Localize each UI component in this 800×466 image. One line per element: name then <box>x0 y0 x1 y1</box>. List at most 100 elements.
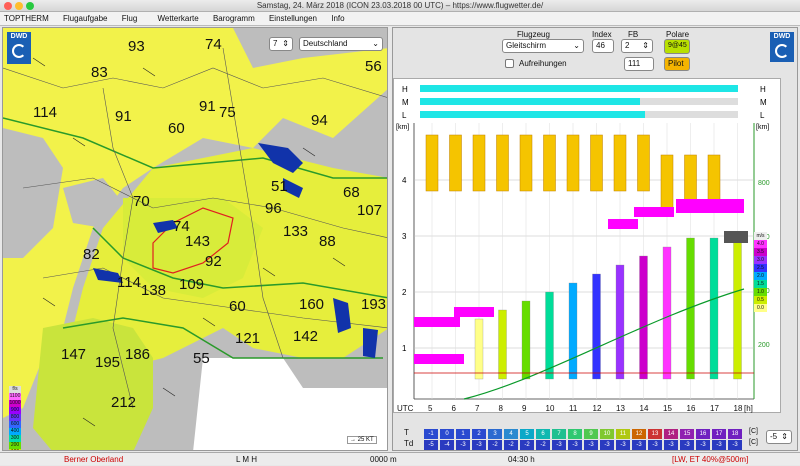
legend-level: 300 <box>9 435 21 442</box>
status-layers: L M H <box>236 455 258 464</box>
ms-legend-level: 3.0 <box>754 256 767 264</box>
legend-unit: f/s <box>9 386 21 393</box>
temp-cell: -3 <box>600 440 614 450</box>
index-field[interactable]: 46 <box>592 39 614 53</box>
hour-label: 5 <box>428 404 433 413</box>
thermal-value: 114 <box>117 274 141 291</box>
thermal-bar <box>568 282 578 380</box>
cloud-column <box>425 134 439 192</box>
thermal-value: 107 <box>357 202 383 219</box>
ms-legend-level: 0.0 <box>754 304 767 312</box>
legend-level: 900 <box>9 407 21 414</box>
menu-bar: TOPTHERM Flugaufgabe Flug Wetterkarte Ba… <box>0 12 800 26</box>
window-titlebar: Samstag, 24. März 2018 (ICON 23.03.2018 … <box>0 0 800 12</box>
menu-flug[interactable]: Flug <box>122 14 138 23</box>
temp-cell: -2 <box>536 440 550 450</box>
legend-rows: 1100100090080060040030020010050 <box>9 393 21 450</box>
menu-einstellungen[interactable]: Einstellungen <box>269 14 317 23</box>
dwd-swirl-icon <box>12 44 26 58</box>
thermal-value: 56 <box>365 58 382 75</box>
fb-stepper[interactable]: 2 ⇕ <box>621 39 653 53</box>
cloud-column <box>590 134 603 192</box>
aufreihungen-checkbox[interactable] <box>505 59 514 68</box>
status-altitude: 0000 m <box>370 455 397 464</box>
temp-cell: -3 <box>456 440 470 450</box>
temp-cell: -4 <box>440 440 454 450</box>
td-unit: [C] <box>749 439 758 446</box>
thermal-value: 109 <box>179 276 205 293</box>
polare-button[interactable]: 9@45 <box>664 39 690 54</box>
status-bar: Berner Oberland L M H 0000 m 04:30 h [LW… <box>0 452 800 465</box>
hour-label: 11 <box>569 404 578 413</box>
y-tick-right: 800 <box>758 180 770 187</box>
temp-cell: 8 <box>568 429 582 439</box>
temp-cell: 1 <box>456 429 470 439</box>
thermal-forecast-plot[interactable]: HHMMLL[km][km]4321800600400200 <box>393 78 781 413</box>
thermal-value: 142 <box>293 328 319 345</box>
dwd-logo: DWD <box>7 32 31 64</box>
temp-cell: 5 <box>520 429 534 439</box>
aircraft-select[interactable]: Gleitschirm ⌄ <box>502 39 584 53</box>
temp-cell: -1 <box>424 429 438 439</box>
menu-toptherm[interactable]: TOPTHERM <box>4 14 49 23</box>
polare-label: Polare <box>666 30 690 39</box>
hour-label: 17 <box>710 404 719 413</box>
inversion-bar <box>608 219 638 229</box>
temp-cell: -3 <box>712 440 726 450</box>
region-select[interactable]: Deutschland ⌄ <box>299 37 383 51</box>
menu-wetterkarte[interactable]: Wetterkarte <box>158 14 199 23</box>
zoom-stepper[interactable]: 7 ⇕ <box>269 37 293 51</box>
offset-stepper[interactable]: -5 ⇕ <box>766 430 792 444</box>
weight-field[interactable]: 111 <box>624 57 654 71</box>
thermal-bar <box>709 237 719 380</box>
thermal-value: 121 <box>235 330 261 347</box>
dwd-logo-text: DWD <box>773 33 791 40</box>
temp-cell: -3 <box>584 440 598 450</box>
temp-cell: -3 <box>664 440 678 450</box>
index-value: 46 <box>596 41 605 50</box>
stepper-arrows-icon: ⇕ <box>781 432 788 441</box>
legend-level: 400 <box>9 428 21 435</box>
menu-flugaufgabe[interactable]: Flugaufgabe <box>63 14 107 23</box>
temp-cell: 12 <box>632 429 646 439</box>
km-label-left: [km] <box>396 124 409 131</box>
menu-info[interactable]: Info <box>331 14 344 23</box>
ms-legend-level: 0.5 <box>754 296 767 304</box>
hour-label: 12 <box>592 404 602 413</box>
thermal-bar <box>498 309 507 380</box>
hour-label: 13 <box>616 404 625 413</box>
legend-level: 600 <box>9 421 21 428</box>
temp-cell: -3 <box>472 440 486 450</box>
temp-cell: 11 <box>616 429 630 439</box>
temp-cell: -3 <box>648 440 662 450</box>
thermal-value: 82 <box>83 246 100 263</box>
thermal-value: 91 <box>199 98 216 115</box>
thermal-value: 75 <box>219 104 236 121</box>
inversion-bar <box>724 231 748 243</box>
pilot-button[interactable]: Pilot <box>664 57 690 71</box>
chevron-down-icon: ⌄ <box>573 41 580 50</box>
x-axis-label: UTC <box>397 404 414 413</box>
thermal-value: 70 <box>133 193 150 210</box>
temp-cell: -3 <box>728 440 742 450</box>
ms-legend-level: 1.0 <box>754 288 767 296</box>
temp-cell: -3 <box>568 440 582 450</box>
zoom-window-button[interactable] <box>26 2 34 10</box>
minimize-window-button[interactable] <box>15 2 23 10</box>
temp-cell: 0 <box>440 429 454 439</box>
temp-cell: 13 <box>648 429 662 439</box>
hour-label: 15 <box>663 404 672 413</box>
thermal-value: 88 <box>319 233 336 250</box>
temp-cell: 9 <box>584 429 598 439</box>
hour-label: 18 <box>733 404 743 413</box>
hour-label: 7 <box>475 404 480 413</box>
y-tick-left: 3 <box>402 232 407 241</box>
thermal-value: 143 <box>185 233 211 250</box>
t-label: T <box>404 428 409 437</box>
ms-legend-level: 2.5 <box>754 264 767 272</box>
dwd-logo-text: DWD <box>10 33 28 40</box>
close-window-button[interactable] <box>4 2 12 10</box>
legend-level: 1000 <box>9 400 21 407</box>
weather-map[interactable]: 93 74 56 83 91 75 114 91 60 94 68 51 70 96 107 74 143 133… <box>2 27 388 451</box>
menu-barogramm[interactable]: Barogramm <box>213 14 255 23</box>
